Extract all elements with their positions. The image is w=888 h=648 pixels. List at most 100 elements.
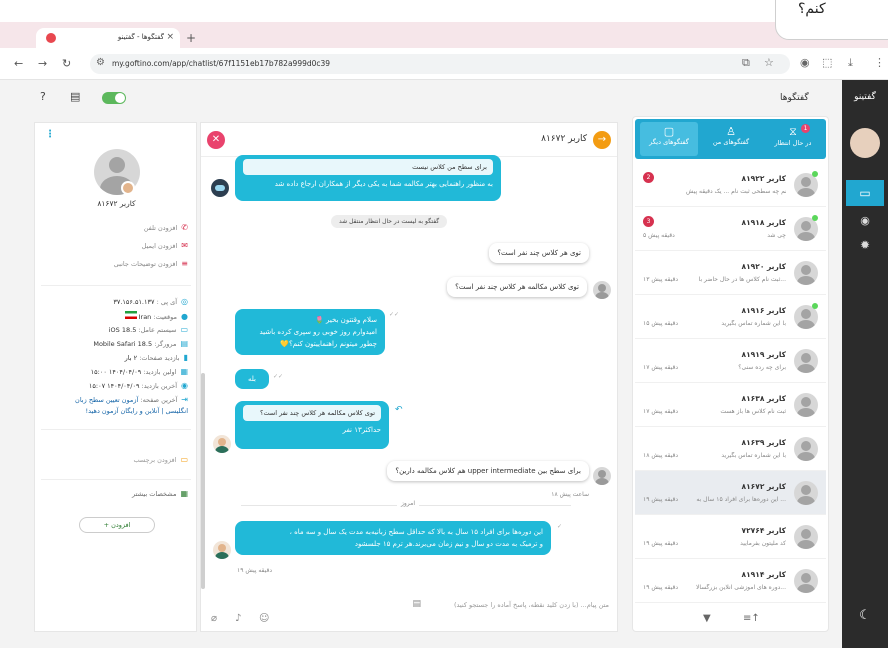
- tab-waiting[interactable]: ⧖ 1 در حال انتظار: [764, 122, 822, 156]
- back-arrow-icon[interactable]: ←: [14, 57, 23, 70]
- profile-menu-icon[interactable]: ⋮: [45, 129, 55, 140]
- extensions-icon[interactable]: ⬚: [822, 56, 832, 69]
- message-composer[interactable]: متن پیام... (با زدن کلید نقطه، پاسخ آماد…: [201, 591, 617, 631]
- tab-my-chats[interactable]: ♙ گفتگوهای من: [702, 122, 760, 156]
- last-page-link[interactable]: آزمون تعیین سطح زبان: [75, 396, 138, 404]
- visitor-profile: ⋮ کاربر ۸۱۶۷۲ افزودن تلفن ✆ افزودن ایمیل ✉…: [34, 122, 197, 632]
- chat-user-name: کاربر ۸۱۶۷۲: [541, 134, 587, 144]
- info-value: ۱۴۰۴/۰۴/۰۹ ۱۵:۰۰: [90, 368, 142, 376]
- list-item[interactable]: کاربر ۸۱۶۳۸ ثبت نام کلاس ها باز هست ۱۷ د…: [635, 383, 826, 427]
- screen: کنم؟ گفتگوها - گفتینو × + ← → ↻ ⚙ my.gof…: [0, 0, 888, 648]
- list-item-preview: برای چه رده سنی؟: [738, 364, 786, 371]
- list-item-name: کاربر ۸۱۹۱۶: [741, 306, 786, 315]
- help-icon[interactable]: ?: [40, 90, 46, 103]
- add-phone-link[interactable]: افزودن تلفن ✆: [144, 223, 188, 232]
- speech-bubble: کنم؟: [775, 0, 888, 40]
- url-input[interactable]: ⚙ my.goftino.com/app/chatlist/67f1151eb1…: [90, 54, 790, 74]
- agent-message: توی کلاس مکالمه هر کلاس چند نفر است؟ حدا…: [235, 401, 389, 449]
- site-info-icon[interactable]: ⚙: [96, 57, 105, 68]
- add-tag-link[interactable]: افزودن برچسب ▭: [133, 455, 188, 464]
- list-item[interactable]: کاربر ۸۱۹۲۲ از کجا بدونم چه سطحی ثبت نام…: [635, 163, 826, 207]
- moon-icon[interactable]: ☾: [842, 608, 888, 623]
- list-item-time: ۱۵ دقیقه پیش: [643, 320, 678, 327]
- list-item-preview: این دوره‌ها برای افراد ۱۵ سال به ...: [696, 496, 786, 503]
- tab-close-icon[interactable]: ×: [166, 32, 174, 42]
- tab-other-chats[interactable]: ▢ گفتگوهای دیگر: [640, 122, 698, 156]
- last-page-link[interactable]: انگلیسی | آنلاین و رایگان آزمون دهید!: [86, 407, 188, 415]
- browser-tab[interactable]: گفتگوها - گفتینو ×: [36, 28, 180, 48]
- list-item[interactable]: کاربر ۸۱۹۱۹ برای چه رده سنی؟ ۱۷ دقیقه پی…: [635, 339, 826, 383]
- list-item-time: ۱۳ دقیقه پیش: [643, 276, 678, 283]
- info-label: سیستم عامل:: [138, 326, 177, 334]
- canned-replies-icon[interactable]: ▤: [412, 599, 421, 609]
- info-value: Iran: [138, 313, 152, 321]
- download-icon[interactable]: ⤓: [848, 56, 853, 70]
- chat-nav-icon[interactable]: ▭: [846, 180, 884, 206]
- iran-flag-icon: [124, 311, 137, 319]
- message-line: سلام وقتتون بخیر 🌷: [315, 316, 377, 324]
- waiting-icon: ⧖: [789, 125, 797, 138]
- gear-icon[interactable]: ✹: [842, 238, 888, 252]
- eye-icon: ◉: [181, 381, 188, 390]
- list-item-time: ۱۸ دقیقه پیش: [643, 452, 678, 459]
- add-tag-label: افزودن برچسب: [133, 456, 177, 464]
- mic-icon[interactable]: ♪: [235, 613, 241, 624]
- forward-arrow-icon[interactable]: →: [38, 57, 47, 70]
- speech-bubble-text: کنم؟: [798, 1, 826, 17]
- agent-message: سلام وقتتون بخیر 🌷 امیدوارم روز خوبی رو …: [235, 309, 385, 355]
- waiting-count-badge: 1: [801, 124, 810, 133]
- info-value: ۲ بار: [124, 354, 138, 362]
- close-chat-icon[interactable]: ✕: [207, 131, 225, 149]
- scrollbar[interactable]: [201, 373, 205, 589]
- tab-waiting-label: در حال انتظار: [774, 139, 812, 147]
- message-line: و ترمیک به مدت دو سال و نیم زمان می‌برند…: [354, 540, 543, 548]
- add-description-link[interactable]: افزودن توضیحات جانبی ≡: [114, 259, 188, 268]
- visitor-message: توی هر کلاس چند نفر است؟: [489, 243, 589, 263]
- menu-kebab-icon[interactable]: ⋮: [874, 56, 885, 69]
- list-item[interactable]: کاربر ۸۱۹۱۶ با این شماره تماس بگیرید ۱۵ …: [635, 295, 826, 339]
- info-browser: ▤مرورگر: Mobile Safari 18.5: [93, 339, 188, 348]
- operator-avatar[interactable]: [850, 128, 880, 158]
- attach-icon[interactable]: ⌀: [211, 613, 217, 624]
- emoji-icon[interactable]: ☺: [259, 613, 269, 624]
- right-rail: گفتینو ▭ ◉ ✹ ☾: [842, 80, 888, 648]
- install-icon[interactable]: ⧉: [742, 56, 750, 70]
- list-item-name: کاربر ۸۱۹۲۰: [741, 262, 786, 271]
- reload-icon[interactable]: ↻: [62, 57, 71, 70]
- quoted-message: توی کلاس مکالمه هر کلاس چند نفر است؟: [243, 405, 381, 421]
- unread-badge: 2: [643, 172, 654, 183]
- list-item[interactable]: کاربر ۸۱۶۳۹ با این شماره تماس بگیرید ۱۸ …: [635, 427, 826, 471]
- list-item[interactable]: کاربر ۸۱۹۲۰ ثبت نام کلاس ها در حال حاضر …: [635, 251, 826, 295]
- new-tab-button[interactable]: +: [186, 31, 196, 45]
- bookmark-star-icon[interactable]: ☆: [764, 56, 774, 69]
- list-item-preview: از کجا بدونم چه سطحی ثبت نام ... یک دقیق…: [686, 188, 786, 195]
- filter-icon[interactable]: ▼: [703, 613, 711, 624]
- divider: [41, 479, 191, 480]
- info-os: ▭سیستم عامل: iOS 18.5: [109, 325, 188, 334]
- list-item[interactable]: کاربر ۸۱۹۱۸ چی شد ۵ دقیقه پیش 3: [635, 207, 826, 251]
- quoted-message: برای سطح من کلاس نیست: [243, 159, 493, 175]
- list-item[interactable]: کاربر ۸۱۹۱۴ دوره های آموزشی آنلاین بزرگس…: [635, 559, 826, 603]
- sort-icon[interactable]: ≡↑: [743, 613, 760, 624]
- back-arrow-icon[interactable]: →: [593, 131, 611, 149]
- info-value: Mobile Safari 18.5: [93, 340, 153, 348]
- notes-icon[interactable]: ▤: [70, 90, 80, 103]
- agent-message: بله: [235, 369, 269, 389]
- message-input-placeholder[interactable]: متن پیام... (با زدن کلید نقطه، پاسخ آماد…: [454, 601, 609, 609]
- list-item[interactable]: کاربر ۷۲۷۶۴ کد ملیتون بفرمایید ۱۹ دقیقه …: [635, 515, 826, 559]
- list-item-time: ۱۷ دقیقه پیش: [643, 408, 678, 415]
- visitor-avatar: [593, 467, 611, 485]
- operator-avatar: [213, 541, 231, 559]
- list-item-name: کاربر ۷۲۷۶۴: [741, 526, 786, 535]
- shield-icon[interactable]: ◉: [800, 56, 810, 69]
- add-email-link[interactable]: افزودن ایمیل ✉: [142, 241, 188, 250]
- online-toggle[interactable]: [102, 92, 126, 104]
- url-text: my.goftino.com/app/chatlist/67f1151eb17b…: [112, 59, 331, 68]
- tag-icon: ▭: [180, 455, 188, 464]
- list-item-selected[interactable]: کاربر ۸۱۶۷۲ این دوره‌ها برای افراد ۱۵ سا…: [635, 471, 826, 515]
- eye-icon[interactable]: ◉: [842, 214, 888, 227]
- reply-icon[interactable]: ↶: [395, 405, 403, 415]
- add-field-button[interactable]: + افزودن: [79, 517, 155, 533]
- list-tabs: ⧖ 1 در حال انتظار ♙ گفتگوهای من ▢ گفتگوه…: [635, 119, 826, 159]
- message-line: چطور میتونم راهنماییتون کنم؟💛: [280, 340, 377, 348]
